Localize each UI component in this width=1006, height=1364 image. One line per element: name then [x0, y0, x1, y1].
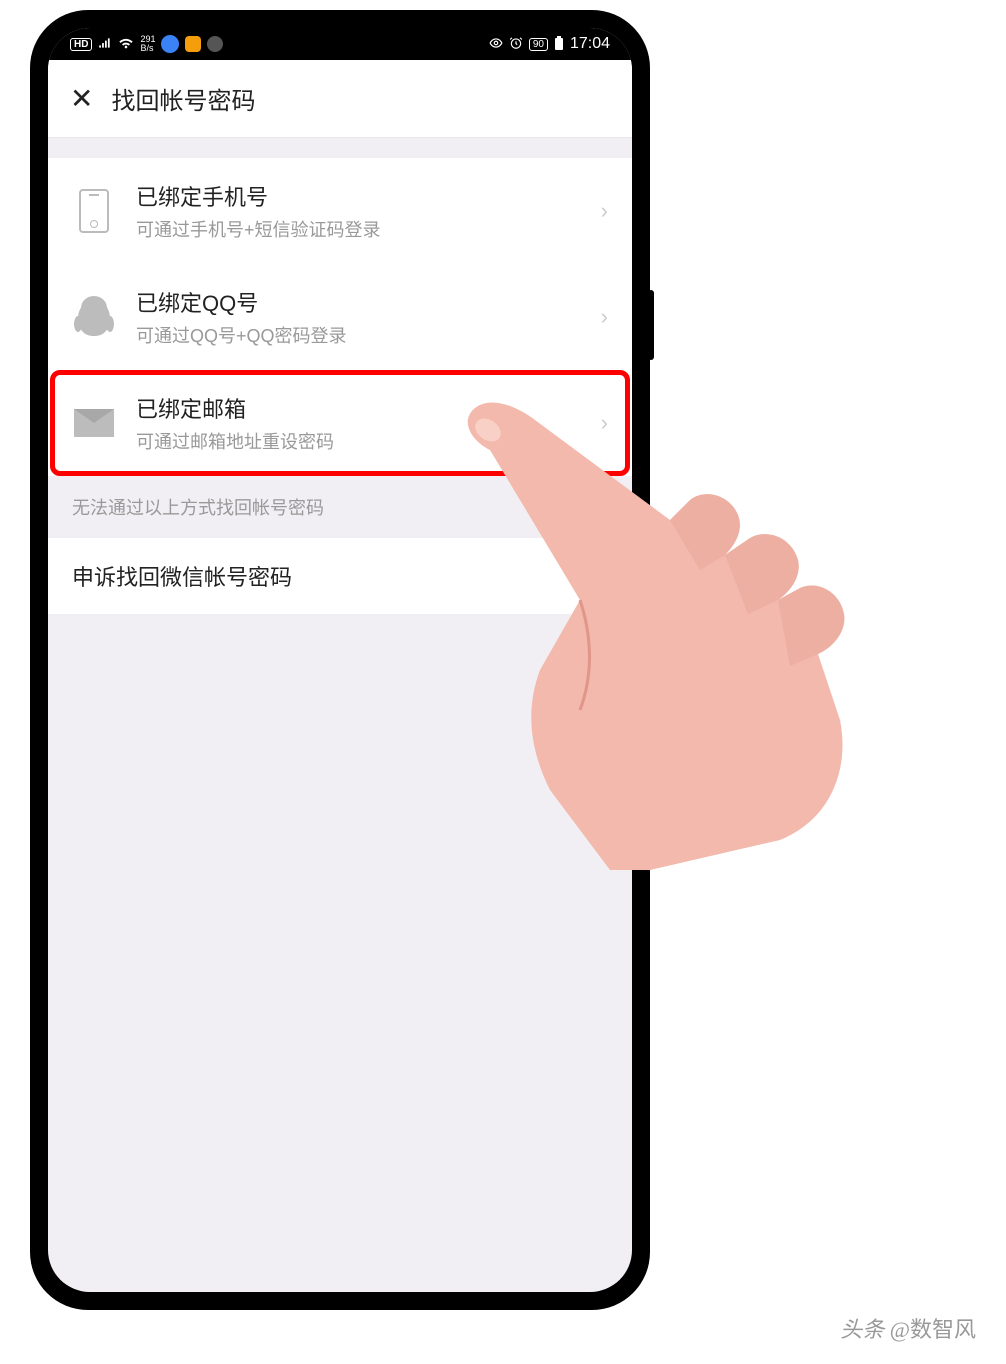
mail-icon — [72, 401, 116, 445]
status-right: 90 17:04 — [489, 35, 610, 53]
clock-text: 17:04 — [570, 35, 610, 53]
app-indicator-orange — [185, 36, 201, 52]
alarm-icon — [509, 36, 523, 53]
eye-icon — [489, 36, 503, 53]
option-title: 已绑定QQ号 — [136, 286, 601, 318]
page-title: 找回帐号密码 — [111, 81, 255, 116]
close-icon[interactable]: ✕ — [70, 82, 93, 115]
phone-icon — [72, 189, 116, 233]
pointing-hand-illustration — [430, 370, 870, 870]
battery-icon — [554, 36, 564, 53]
chevron-right-icon: › — [601, 198, 608, 224]
notch — [240, 28, 440, 52]
signal-icon — [98, 36, 112, 53]
hd-badge: HD — [70, 38, 92, 51]
watermark: 头条 @数智风 — [840, 1312, 976, 1344]
option-bound-phone[interactable]: 已绑定手机号 可通过手机号+短信验证码登录 › — [48, 158, 632, 264]
status-left: HD 291B/s — [70, 35, 223, 54]
battery-badge: 90 — [529, 38, 548, 51]
option-sub: 可通过手机号+短信验证码登录 — [136, 216, 601, 242]
net-speed: 291B/s — [140, 35, 155, 53]
qq-icon — [72, 295, 116, 339]
power-button — [648, 290, 654, 360]
option-bound-qq[interactable]: 已绑定QQ号 可通过QQ号+QQ密码登录 › — [48, 264, 632, 370]
wifi-icon — [118, 35, 134, 54]
app-indicator-blue — [161, 35, 179, 53]
option-title: 已绑定手机号 — [136, 180, 601, 212]
app-indicator-red — [207, 36, 223, 52]
chevron-right-icon: › — [601, 304, 608, 330]
nav-bar: ✕ 找回帐号密码 — [48, 60, 632, 138]
option-sub: 可通过QQ号+QQ密码登录 — [136, 322, 601, 348]
